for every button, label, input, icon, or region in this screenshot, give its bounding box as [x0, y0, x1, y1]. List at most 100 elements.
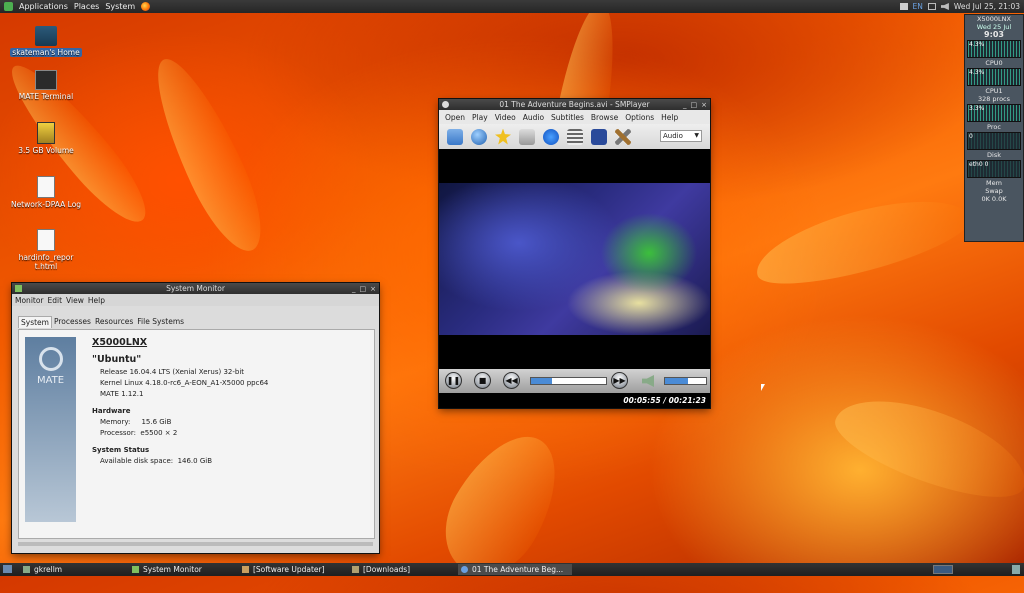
- desktop-icon-label: hardinfo_report.html: [18, 253, 74, 271]
- language-indicator[interactable]: EN: [913, 2, 923, 11]
- show-desktop-icon[interactable]: [3, 565, 12, 573]
- taskbar-item-system-monitor[interactable]: System Monitor: [129, 564, 205, 575]
- smplayer-titlebar[interactable]: 01 The Adventure Begins.avi - SMPlayer _…: [439, 99, 710, 110]
- time-display: 00:05:55 / 00:21:23: [439, 393, 710, 408]
- workspace-switcher[interactable]: [933, 565, 953, 574]
- desktop-icon-log[interactable]: Network-DPAA Log: [10, 176, 82, 209]
- gk-time: 9:03: [984, 30, 1004, 39]
- minimize-button[interactable]: _: [352, 285, 356, 293]
- applications-menu[interactable]: Applications: [19, 2, 68, 11]
- menu-subtitles[interactable]: Subtitles: [551, 113, 584, 122]
- system-monitor-icon: [15, 285, 22, 292]
- system-monitor-window: System Monitor _ □ × Monitor Edit View H…: [12, 283, 379, 553]
- forward-button[interactable]: ▶▶: [611, 372, 628, 389]
- network-icon[interactable]: [927, 3, 936, 10]
- gk-procs: 328 procs: [977, 95, 1011, 103]
- audio-track-value: Audio: [663, 132, 683, 140]
- seek-bar[interactable]: [530, 377, 607, 385]
- firefox-icon[interactable]: [141, 2, 151, 11]
- info-icon[interactable]: [543, 128, 559, 145]
- chevron-down-icon: ▼: [694, 132, 699, 139]
- desktop-icon-terminal[interactable]: MATE Terminal: [10, 70, 82, 101]
- system-monitor-titlebar[interactable]: System Monitor _ □ ×: [12, 283, 379, 294]
- taskbar-item-downloads[interactable]: [Downloads]: [349, 564, 413, 575]
- audio-track-select[interactable]: Audio ▼: [660, 130, 702, 142]
- window-title: 01 The Adventure Begins.avi - SMPlayer: [499, 100, 650, 109]
- maximize-button[interactable]: □: [360, 285, 367, 293]
- mouse-cursor: [761, 384, 765, 391]
- taskbar-item-smplayer[interactable]: 01 The Adventure Beg...: [458, 564, 572, 575]
- disk-space-info: Available disk space: 146.0 GiB: [100, 457, 213, 465]
- gkrellm-widget[interactable]: X5000LNX Wed 25 Jul 9:03 4.3% CPU0 4.3% …: [964, 14, 1024, 242]
- smplayer-icon: [461, 566, 468, 573]
- pause-button[interactable]: ❚❚: [445, 372, 462, 389]
- preferences-icon[interactable]: [615, 128, 631, 145]
- minimize-button[interactable]: _: [683, 101, 687, 109]
- maximize-button[interactable]: □: [691, 101, 698, 109]
- desktop-icon-html[interactable]: hardinfo_report.html: [10, 229, 82, 271]
- volume-icon[interactable]: [940, 3, 949, 10]
- terminal-icon: [35, 70, 57, 90]
- stop-button[interactable]: ■: [474, 372, 491, 389]
- toolbar: Audio ▼: [439, 124, 710, 149]
- gk-disk-value: 0: [969, 133, 973, 140]
- menu-audio[interactable]: Audio: [523, 113, 544, 122]
- tab-resources[interactable]: Resources: [93, 316, 135, 328]
- html-file-icon: [37, 229, 55, 251]
- playlist-icon[interactable]: [567, 128, 583, 145]
- places-menu[interactable]: Places: [74, 2, 99, 11]
- favorites-icon[interactable]: [495, 128, 511, 145]
- menu-browse[interactable]: Browse: [591, 113, 618, 122]
- desktop-icon-volume[interactable]: 3.5 GB Volume: [10, 122, 82, 155]
- screenshot-icon[interactable]: [591, 128, 607, 145]
- menu-video[interactable]: Video: [495, 113, 516, 122]
- smplayer-icon: [442, 101, 449, 108]
- tab-system[interactable]: System: [18, 316, 52, 328]
- menu-monitor[interactable]: Monitor: [15, 296, 44, 305]
- mate-menu-icon[interactable]: [4, 2, 13, 11]
- desktop-icon-home[interactable]: skateman's Home: [10, 26, 82, 57]
- menu-view[interactable]: View: [66, 296, 84, 305]
- playback-controls: ❚❚ ■ ◀◀ ▶▶: [439, 369, 710, 393]
- video-area[interactable]: [439, 183, 710, 335]
- menubar: Monitor Edit View Help: [12, 294, 379, 306]
- rewind-button[interactable]: ◀◀: [503, 372, 520, 389]
- clock[interactable]: Wed Jul 25, 21:03: [954, 2, 1020, 11]
- gk-cpu1-label: CPU1: [985, 87, 1003, 95]
- menu-options[interactable]: Options: [625, 113, 654, 122]
- horizontal-scrollbar[interactable]: [18, 542, 373, 546]
- taskbar-item-gkrellm[interactable]: gkrellm: [20, 564, 65, 575]
- close-button[interactable]: ×: [701, 101, 707, 109]
- hardware-heading: Hardware: [92, 407, 131, 415]
- volume-slider[interactable]: [664, 377, 707, 385]
- close-button[interactable]: ×: [370, 285, 376, 293]
- drive-icon: [37, 122, 55, 144]
- keyboard-icon[interactable]: [899, 3, 908, 10]
- tab-bar: System Processes Resources File Systems: [18, 316, 186, 328]
- system-status-heading: System Status: [92, 446, 150, 454]
- tab-processes[interactable]: Processes: [52, 316, 93, 328]
- speaker-icon[interactable]: [642, 375, 654, 387]
- open-folder-icon[interactable]: [447, 128, 463, 145]
- distro-name: "Ubuntu": [92, 354, 142, 365]
- desktop-icon-label: skateman's Home: [10, 48, 82, 57]
- disc-icon[interactable]: [519, 128, 535, 145]
- gk-disk-label: Disk: [987, 151, 1001, 159]
- trash-icon[interactable]: [1012, 565, 1020, 574]
- menu-help[interactable]: Help: [661, 113, 678, 122]
- menu-help[interactable]: Help: [88, 296, 105, 305]
- menu-open[interactable]: Open: [445, 113, 465, 122]
- release-info: Release 16.04.4 LTS (Xenial Xerus) 32-bi…: [100, 368, 245, 376]
- open-url-icon[interactable]: [471, 128, 487, 145]
- gk-proc-value: 3.3%: [969, 105, 985, 112]
- cpu0-graph: 4.3%: [967, 40, 1021, 58]
- taskbar-item-software-updater[interactable]: [Software Updater]: [239, 564, 328, 575]
- system-menu[interactable]: System: [105, 2, 135, 11]
- desktop-icon-label: 3.5 GB Volume: [18, 146, 74, 155]
- gk-cpu0-label: CPU0: [985, 59, 1003, 67]
- updater-icon: [242, 566, 249, 573]
- menu-play[interactable]: Play: [472, 113, 488, 122]
- menu-edit[interactable]: Edit: [48, 296, 63, 305]
- tab-file-systems[interactable]: File Systems: [135, 316, 186, 328]
- mate-logo: MATE: [25, 337, 76, 522]
